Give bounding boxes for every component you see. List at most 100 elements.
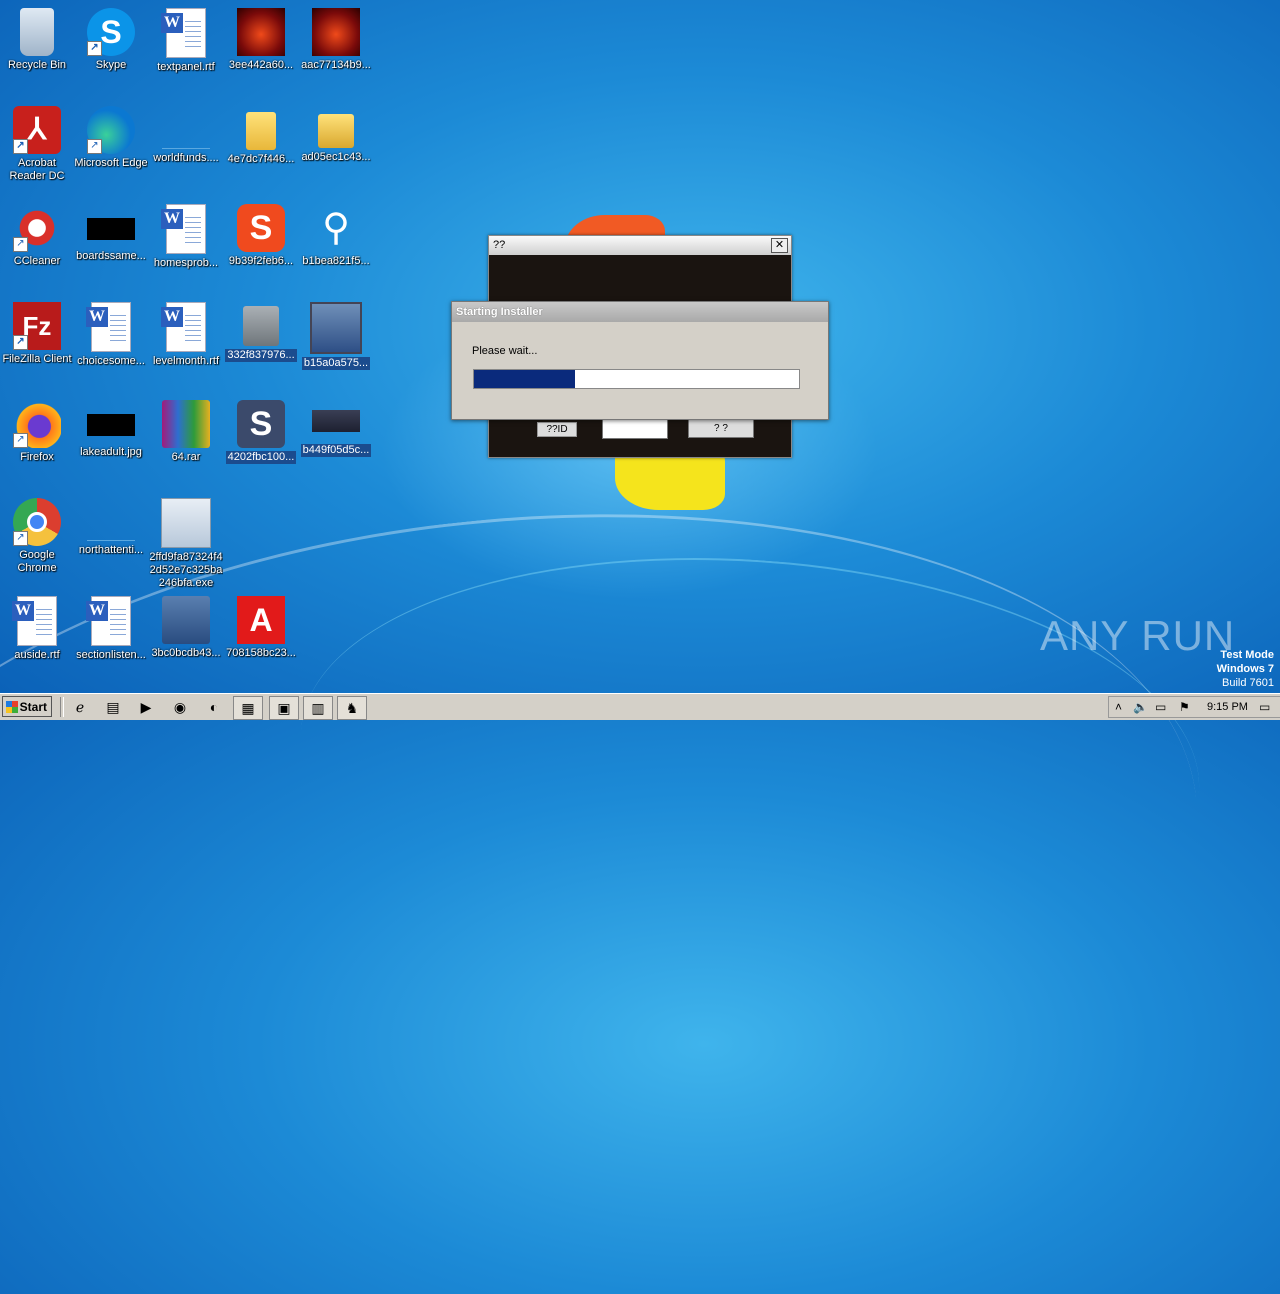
folder-icon	[318, 114, 354, 148]
desktop-icon-levelmonth[interactable]: W levelmonth.rtf	[149, 298, 223, 368]
desktop-icon-aac77134b9[interactable]: aac77134b9...	[299, 4, 373, 72]
recycle-bin-icon	[20, 8, 54, 56]
desktop-icon-708158bc23[interactable]: A 708158bc23...	[224, 592, 298, 660]
desktop-icon-3ee442a60[interactable]: 3ee442a60...	[224, 4, 298, 72]
test-mode-label: Test Mode	[1220, 649, 1274, 661]
desktop-icon-4e7dc7f446[interactable]: 4e7dc7f446...	[224, 102, 298, 166]
desktop-icon-sectionlisten[interactable]: W sectionlisten...	[74, 592, 148, 662]
fire-horse-icon	[237, 8, 285, 56]
setup-task-icon[interactable]: ▥	[303, 696, 333, 720]
desktop-icon-ad05ec1c43[interactable]: ad05ec1c43...	[299, 102, 373, 164]
show-desktop-icon[interactable]: ▭	[1259, 700, 1270, 714]
blank-file-icon	[87, 518, 135, 541]
edge-taskbar-icon[interactable]: ◐	[202, 696, 226, 718]
desktop-icon-edge[interactable]: ↗ Microsoft Edge	[74, 102, 148, 170]
show-hidden-icon[interactable]: ˄	[1115, 700, 1122, 714]
os-label: Windows 7	[1216, 663, 1274, 675]
desktop-icon-skype[interactable]: S ↗ Skype	[74, 4, 148, 72]
word-document-icon: W	[12, 596, 57, 646]
desktop-icon-ccleaner[interactable]: ↗ CCleaner	[0, 200, 74, 268]
adobe-icon: A	[237, 596, 285, 644]
progress-fill	[474, 370, 575, 388]
desktop-icon-textpanel[interactable]: W textpanel.rtf	[149, 4, 223, 74]
winrar-task-icon[interactable]: ▦	[233, 696, 263, 720]
desktop-icon-boardssame[interactable]: boardssame...	[74, 200, 148, 263]
filezilla-icon: Fz ↗	[13, 302, 61, 350]
clock[interactable]: 9:15 PM	[1207, 701, 1248, 713]
desktop-icon-firefox[interactable]: ↗ Firefox	[0, 396, 74, 464]
folder-icon	[246, 112, 276, 150]
chip-shield-icon	[312, 410, 360, 432]
desktop-icon-northattenti[interactable]: northattenti...	[74, 494, 148, 557]
desktop-icon-64rar[interactable]: 64.rar	[149, 396, 223, 464]
desktop-icon-3bc0bcdb43[interactable]: 3bc0bcdb43...	[149, 592, 223, 660]
scite-icon: S	[237, 400, 285, 448]
network-icon[interactable]: ▭	[1155, 700, 1166, 714]
word-document-icon: W	[161, 302, 206, 352]
desktop-icon-acrobat[interactable]: ⅄ ↗ Acrobat Reader DC	[0, 102, 74, 183]
build-label: Build 7601	[1222, 677, 1274, 689]
word-document-icon: W	[86, 302, 131, 352]
desktop-icon-9b39f2feb6[interactable]: S 9b39f2feb6...	[224, 200, 298, 268]
installer-dialog[interactable]: Starting Installer Please wait...	[451, 301, 829, 420]
desktop-icon-chrome[interactable]: ↗ Google Chrome	[0, 494, 74, 575]
dialog-title: Starting Installer	[452, 302, 828, 322]
window-titlebar[interactable]: ?? ✕	[489, 236, 791, 255]
test-mode-watermark: Test Mode Windows 7 Build 7601	[1217, 648, 1274, 690]
taskbar: Start ℯ ▤ ▶ ◉ ◐ ▦ ▣ ▥ ♞ ˄ 🔈 ▭ ⚑ 9:15 PM …	[0, 693, 1280, 720]
taskbar-separator	[60, 697, 64, 717]
desktop-icon-recycle-bin[interactable]: Recycle Bin	[0, 4, 74, 72]
chrome-icon: ↗	[13, 498, 61, 546]
media-player-icon[interactable]: ▶	[134, 696, 158, 718]
word-document-icon: W	[86, 596, 131, 646]
edge-icon: ↗	[87, 106, 135, 154]
close-icon[interactable]: ✕	[771, 238, 788, 253]
fire-horse-icon	[312, 8, 360, 56]
desktop-icon-choicesome[interactable]: W choicesome...	[74, 298, 148, 368]
action-center-flag-icon[interactable]: ⚑	[1179, 700, 1190, 714]
desktop-icon-4202fbc100[interactable]: S 4202fbc100...	[224, 396, 298, 469]
black-image-icon	[87, 218, 135, 240]
grey-folder-icon	[243, 306, 279, 346]
monitor-shield-icon	[310, 302, 362, 354]
window-title: ??	[493, 239, 506, 251]
blank-file-icon	[162, 126, 210, 149]
start-label: Start	[19, 700, 47, 714]
setup-icon	[162, 596, 210, 644]
desktop-icon-b449f05d5c[interactable]: b449f05d5c...	[299, 396, 373, 462]
explorer-icon[interactable]: ▤	[101, 696, 125, 718]
desktop-icon-worldfunds[interactable]: worldfunds....	[149, 102, 223, 165]
desktop-icon-2ffd9fa87324[interactable]: 2ffd9fa87324f42d52e7c325ba246bfa.exe	[149, 494, 223, 590]
dialog-message: Please wait...	[472, 345, 538, 357]
volume-icon[interactable]: 🔈	[1133, 700, 1148, 714]
system-tray: ˄ 🔈 ▭ ⚑ 9:15 PM ▭	[1108, 696, 1280, 718]
progress-bar	[473, 369, 800, 389]
desktop-icon-b15a0a575[interactable]: b15a0a575...	[299, 298, 373, 375]
desktop-icon-homesprob[interactable]: W homesprob...	[149, 200, 223, 270]
id-label: ??ID	[537, 422, 577, 437]
start-button[interactable]: Start	[2, 696, 52, 717]
confirm-button[interactable]: ? ?	[688, 419, 754, 438]
desktop-icon-b1bea821f5[interactable]: ⚲ b1bea821f5...	[299, 200, 373, 268]
acrobat-icon: ⅄ ↗	[13, 106, 61, 154]
id-input[interactable]	[602, 419, 668, 439]
sogou-icon: S	[237, 204, 285, 252]
firefox-icon: ↗	[13, 400, 61, 448]
winrar-icon	[162, 400, 210, 448]
anyrun-logo: ANY RUN	[1040, 612, 1236, 659]
installer-exe-icon	[161, 498, 211, 548]
skype-icon: S ↗	[87, 8, 135, 56]
fire-horse-task-icon[interactable]: ♞	[337, 696, 367, 720]
black-image-icon	[87, 414, 135, 436]
monitor-task-icon[interactable]: ▣	[269, 696, 299, 720]
ccleaner-icon: ↗	[13, 204, 61, 252]
desktop-icon-filezilla[interactable]: Fz ↗ FileZilla Client	[0, 298, 74, 366]
chrome-taskbar-icon[interactable]: ◉	[168, 696, 192, 718]
word-document-icon: W	[161, 204, 206, 254]
desktop-icon-auside[interactable]: W auside.rtf	[0, 592, 74, 662]
word-document-icon: W	[161, 8, 206, 58]
desktop-icon-lakeadult[interactable]: lakeadult.jpg	[74, 396, 148, 459]
magnifier-icon: ⚲	[322, 207, 350, 249]
desktop-icon-332f837976[interactable]: 332f837976...	[224, 298, 298, 367]
ie-icon[interactable]: ℯ	[68, 696, 92, 718]
